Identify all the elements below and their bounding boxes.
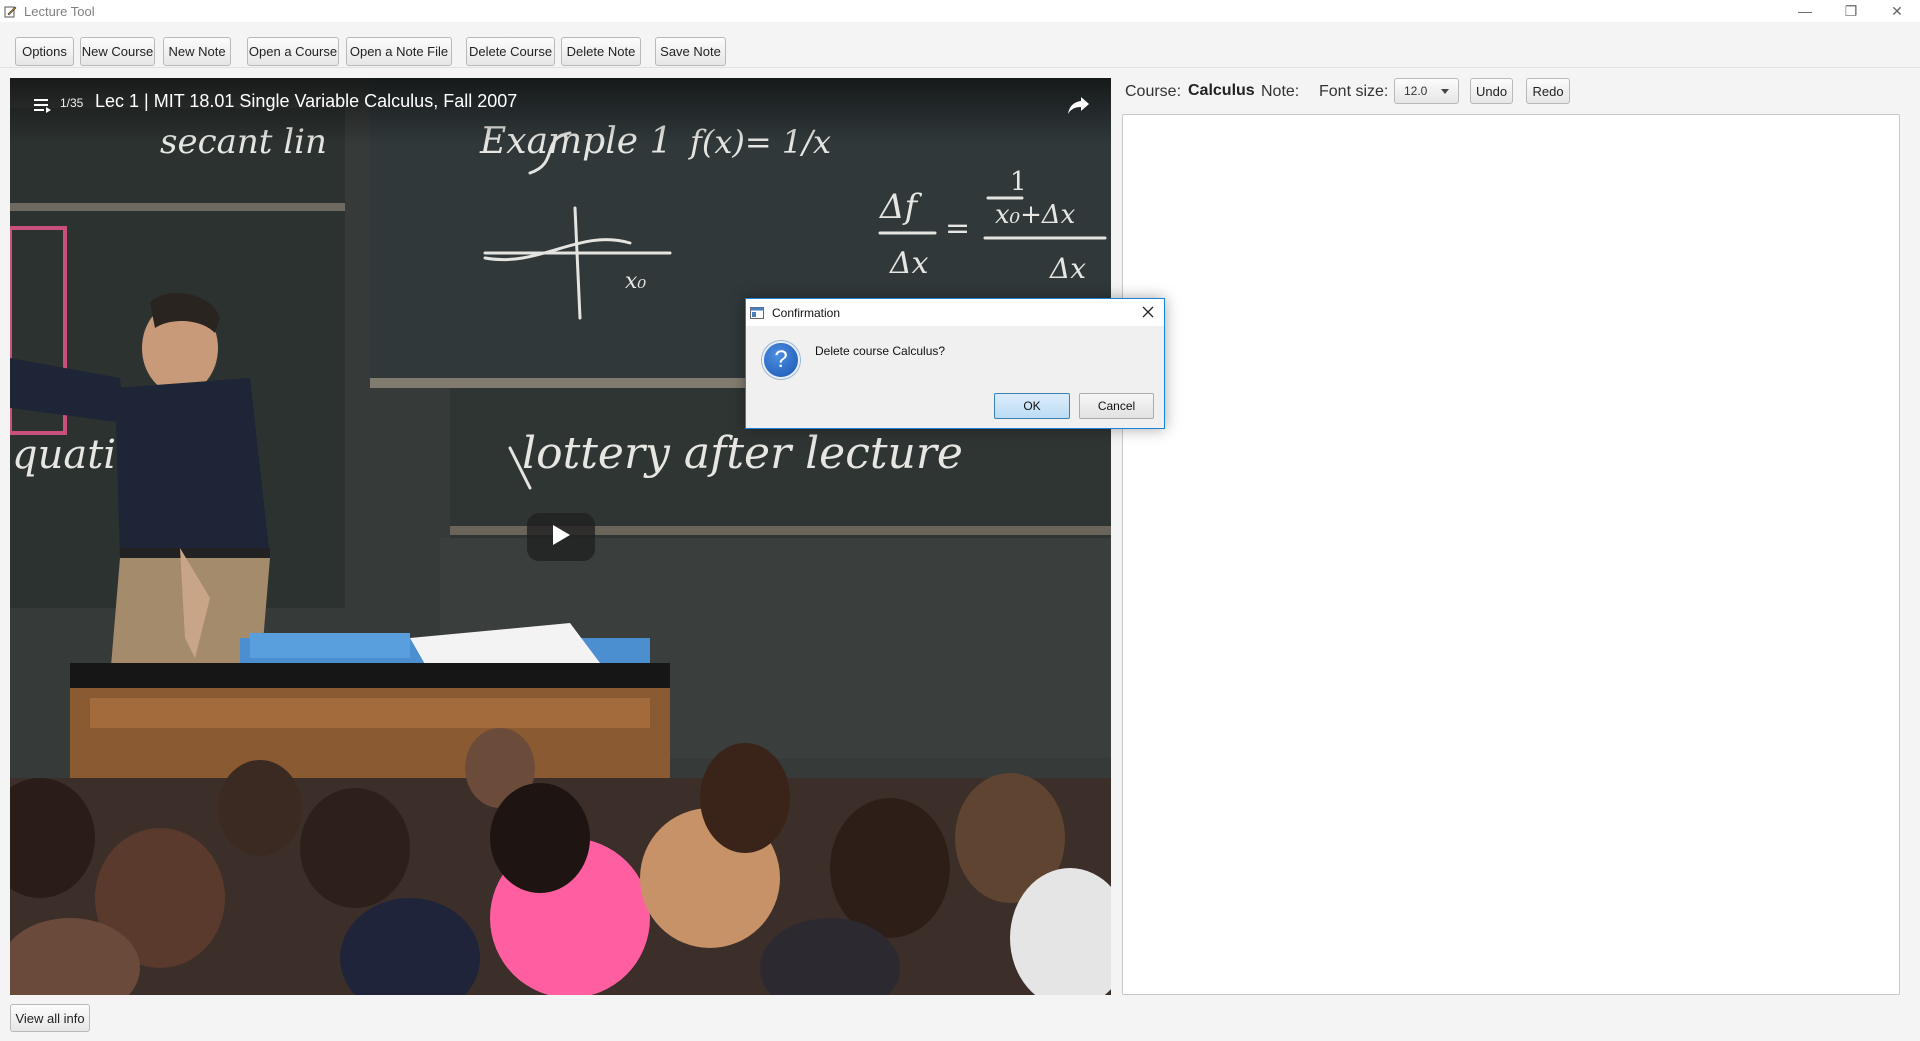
window-titlebar: Lecture Tool — ❐ ✕	[0, 0, 1920, 22]
playlist-icon[interactable]	[34, 97, 52, 113]
svg-text:Δf: Δf	[878, 187, 923, 227]
svg-text:Δx: Δx	[889, 246, 929, 281]
confirmation-dialog: Confirmation ? Delete course Calculus? O…	[745, 298, 1165, 429]
window-controls: — ❐ ✕	[1782, 0, 1920, 22]
dialog-titlebar: Confirmation	[746, 299, 1164, 326]
dialog-title: Confirmation	[772, 305, 841, 320]
window-title: Lecture Tool	[24, 3, 95, 19]
font-size-value: 12.0	[1404, 84, 1428, 98]
playlist-count: 1/35	[60, 96, 84, 110]
new-course-button[interactable]: New Course	[80, 37, 155, 66]
minimize-button[interactable]: —	[1782, 0, 1828, 22]
close-window-button[interactable]: ✕	[1874, 0, 1920, 22]
course-label: Course:	[1125, 83, 1182, 100]
course-name: Calculus	[1188, 82, 1255, 99]
note-label: Note:	[1261, 83, 1300, 100]
svg-text:x₀+Δx: x₀+Δx	[995, 200, 1076, 230]
note-text-area[interactable]	[1122, 114, 1900, 995]
chevron-down-icon	[1441, 89, 1449, 94]
video-header: 1/35 Lec 1 | MIT 18.01 Single Variable C…	[10, 78, 1111, 144]
delete-note-button[interactable]: Delete Note	[561, 37, 641, 66]
video-player[interactable]: Example 1 f(x)= 1/x Δf Δx = 1 x₀+Δx Δx s…	[10, 78, 1111, 995]
dialog-window-icon	[750, 306, 764, 320]
svg-text:Δx: Δx	[1049, 252, 1086, 285]
cancel-button[interactable]: Cancel	[1079, 393, 1154, 419]
options-button[interactable]: Options	[15, 37, 74, 66]
play-icon	[551, 524, 571, 551]
svg-text:x₀: x₀	[625, 269, 646, 294]
share-icon[interactable]	[1067, 94, 1091, 116]
view-all-info-button[interactable]: View all info	[10, 1004, 90, 1032]
svg-text:lottery after lecture: lottery after lecture	[522, 428, 963, 479]
dialog-message: Delete course Calculus?	[815, 344, 946, 358]
close-icon[interactable]	[1140, 304, 1156, 320]
svg-text:1: 1	[1010, 167, 1027, 197]
video-title[interactable]: Lec 1 | MIT 18.01 Single Variable Calcul…	[95, 91, 517, 112]
redo-button[interactable]: Redo	[1526, 78, 1570, 104]
question-icon: ?	[762, 341, 800, 379]
new-note-button[interactable]: New Note	[163, 37, 231, 66]
pencil-note-icon	[3, 4, 17, 18]
open-note-file-button[interactable]: Open a Note File	[346, 37, 452, 66]
open-course-button[interactable]: Open a Course	[247, 37, 339, 66]
restore-button[interactable]: ❐	[1828, 0, 1874, 22]
svg-text:=: =	[945, 211, 970, 246]
ok-button[interactable]: OK	[994, 393, 1070, 419]
save-note-button[interactable]: Save Note	[655, 37, 726, 66]
delete-course-button[interactable]: Delete Course	[466, 37, 555, 66]
font-size-select[interactable]: 12.0	[1394, 78, 1459, 104]
play-button[interactable]	[527, 513, 595, 561]
undo-button[interactable]: Undo	[1470, 78, 1513, 104]
main-toolbar: Options New Course New Note Open a Cours…	[0, 22, 1920, 68]
font-size-label: Font size:	[1319, 83, 1389, 100]
